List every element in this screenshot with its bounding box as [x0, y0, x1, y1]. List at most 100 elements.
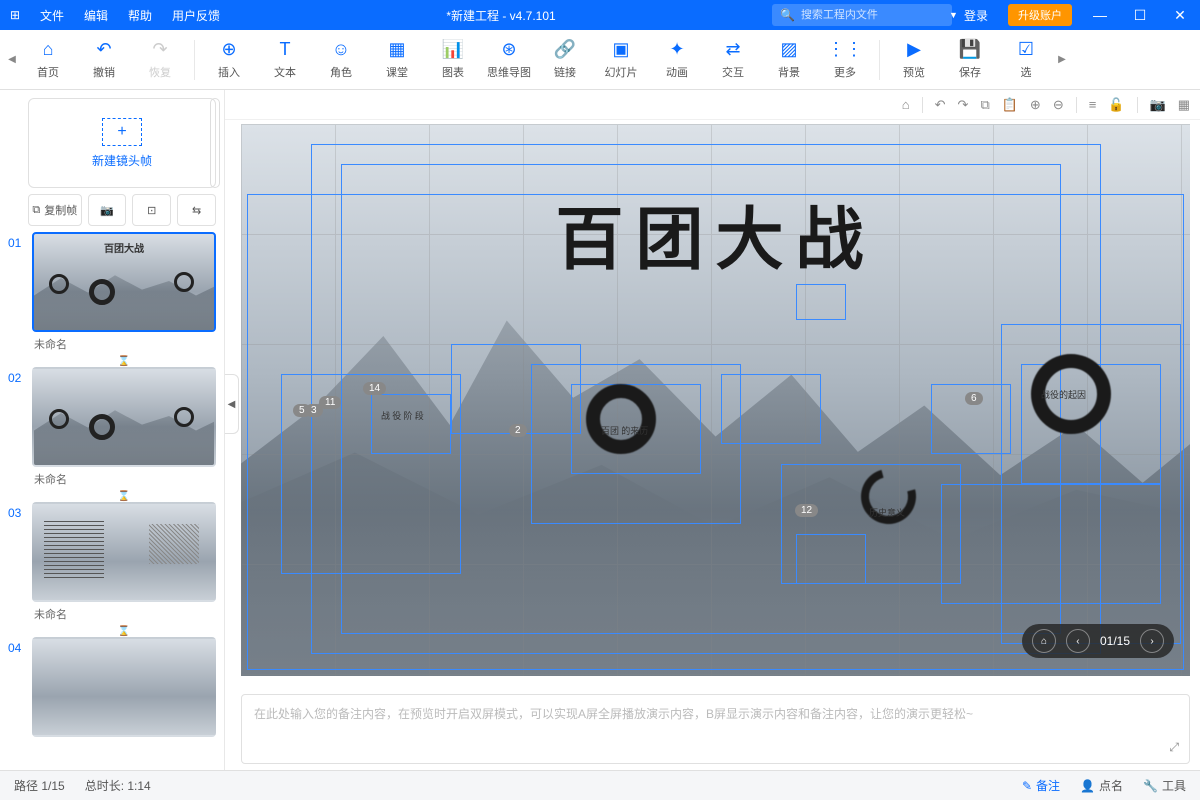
tool-思维导图[interactable]: ⊛思维导图 [481, 36, 537, 84]
nav-prev-icon[interactable]: ‹ [1066, 629, 1090, 653]
tool-插入[interactable]: ⊕插入 [201, 36, 257, 84]
search-box[interactable]: 🔍 ▼ [772, 4, 952, 26]
duration-indicator: 总时长: 1:14 [85, 777, 151, 794]
align-icon[interactable]: ≡ [1089, 97, 1097, 112]
tool-课堂[interactable]: ▦课堂 [369, 36, 425, 84]
恢复-icon: ↷ [150, 40, 170, 60]
menu-file[interactable]: 文件 [30, 7, 74, 24]
插入-icon: ⊕ [219, 40, 239, 60]
snapshot-icon[interactable]: 📷 [1150, 97, 1166, 113]
page-navigator: ⌂ ‹ 01/15 › [1022, 624, 1174, 658]
tool-幻灯片[interactable]: ▣幻灯片 [593, 36, 649, 84]
menu-help[interactable]: 帮助 [118, 7, 162, 24]
slide-thumbnail-03[interactable]: 03未命名⌛ [8, 502, 216, 637]
new-frame-button[interactable]: + 新建镜头帧 [28, 98, 216, 188]
frame-badge[interactable]: 2 [509, 424, 527, 437]
paste-icon[interactable]: 📋 [1002, 97, 1018, 113]
collapse-sidebar-handle[interactable]: ◀ [225, 374, 239, 434]
menu-feedback[interactable]: 用户反馈 [162, 7, 230, 24]
qr-button[interactable]: ⊡ [132, 194, 171, 226]
lock-icon[interactable]: 🔓 [1108, 97, 1124, 113]
swap-button[interactable]: ⇆ [177, 194, 216, 226]
tool-更多[interactable]: ⋮⋮更多 [817, 36, 873, 84]
slide-thumbnail-02[interactable]: 02未命名⌛ [8, 367, 216, 502]
思维导图-icon: ⊛ [499, 40, 519, 60]
课堂-icon: ▦ [387, 40, 407, 60]
tool-撤销[interactable]: ↶撤销 [76, 36, 132, 84]
app-logo-icon: ⊞ [0, 8, 30, 22]
expand-notes-icon[interactable]: ⤢ [1169, 740, 1179, 755]
toolbar-scroll-left[interactable]: ◀ [4, 54, 20, 65]
链接-icon: 🔗 [555, 40, 575, 60]
frame-badge[interactable]: 12 [795, 504, 818, 517]
frame-badge[interactable]: 11 [319, 396, 341, 409]
tool-图表[interactable]: 📊图表 [425, 36, 481, 84]
撤销-icon: ↶ [94, 40, 114, 60]
tool-文本[interactable]: T文本 [257, 36, 313, 84]
notes-toggle[interactable]: ✎ 备注 [1022, 777, 1060, 794]
tool-选[interactable]: ☑选 [998, 36, 1054, 84]
图表-icon: 📊 [443, 40, 463, 60]
tools-button[interactable]: 🔧 工具 [1143, 777, 1186, 794]
文本-icon: T [275, 40, 295, 60]
角色-icon: ☺ [331, 40, 351, 60]
frame-badge[interactable]: 6 [965, 392, 983, 405]
tool-预览[interactable]: ▶预览 [886, 36, 942, 84]
tool-保存[interactable]: 💾保存 [942, 36, 998, 84]
首页-icon: ⌂ [38, 40, 58, 60]
幻灯片-icon: ▣ [611, 40, 631, 60]
更多-icon: ⋮⋮ [835, 40, 855, 60]
slide-panel: + 新建镜头帧 ⧉复制帧 📷 ⊡ ⇆ 01百团大战未命名⌛02未命名⌛03未命名… [0, 90, 225, 770]
canvas-sublabel[interactable]: 百团 的来历 [601, 424, 648, 437]
背景-icon: ▨ [779, 40, 799, 60]
search-icon: 🔍 [780, 8, 795, 22]
nav-next-icon[interactable]: › [1140, 629, 1164, 653]
预览-icon: ▶ [904, 40, 924, 60]
tool-交互[interactable]: ⇄交互 [705, 36, 761, 84]
tool-角色[interactable]: ☺角色 [313, 36, 369, 84]
main-toolbar: ◀ ⌂首页↶撤销↷恢复 ⊕插入T文本☺角色▦课堂📊图表⊛思维导图🔗链接▣幻灯片✦… [0, 30, 1200, 90]
slide-thumbnail-01[interactable]: 01百团大战未命名⌛ [8, 232, 216, 367]
toolbar-scroll-right[interactable]: ▶ [1054, 54, 1070, 65]
home-icon[interactable]: ⌂ [902, 97, 910, 112]
tool-背景[interactable]: ▨背景 [761, 36, 817, 84]
maximize-button[interactable]: ☐ [1120, 7, 1160, 24]
canvas-sublabel[interactable]: 历史意义 [869, 506, 905, 519]
nav-home-icon[interactable]: ⌂ [1032, 629, 1056, 653]
path-indicator: 路径 1/15 [14, 777, 65, 794]
login-button[interactable]: 登录 [952, 7, 1000, 24]
layers-icon[interactable]: ▦ [1178, 97, 1190, 113]
canvas[interactable]: 百团大战 5311142612 [241, 124, 1190, 676]
canvas-sublabel[interactable]: 战役的起因 [1041, 388, 1086, 401]
zoom-out-icon[interactable]: ⊖ [1053, 97, 1064, 113]
canvas-toolbar: ⌂ ↶ ↷ ⧉ 📋 ⊕ ⊖ ≡ 🔓 📷 ▦ [225, 90, 1200, 120]
slide-thumbnail-04[interactable]: 04 [8, 637, 216, 737]
rotate-left-icon[interactable]: ↶ [935, 97, 946, 113]
notes-area[interactable]: 在此处输入您的备注内容，在预览时开启双屏模式，可以实现A屏全屏播放演示内容，B屏… [241, 694, 1190, 764]
page-indicator: 01/15 [1100, 634, 1130, 648]
camera-button[interactable]: 📷 [88, 194, 127, 226]
canvas-sublabel[interactable]: 战 役 阶 段 [381, 409, 424, 422]
tool-恢复[interactable]: ↷恢复 [132, 36, 188, 84]
menu-edit[interactable]: 编辑 [74, 7, 118, 24]
保存-icon: 💾 [960, 40, 980, 60]
sidebar-scrollbar[interactable] [210, 98, 220, 188]
rotate-right-icon[interactable]: ↷ [958, 97, 969, 113]
copy-frame-button[interactable]: ⧉复制帧 [28, 194, 82, 226]
交互-icon: ⇄ [723, 40, 743, 60]
动画-icon: ✦ [667, 40, 687, 60]
copy-icon[interactable]: ⧉ [980, 97, 989, 113]
window-title: *新建工程 - v4.7.101 [230, 7, 772, 24]
tool-首页[interactable]: ⌂首页 [20, 36, 76, 84]
minimize-button[interactable]: — [1080, 7, 1120, 23]
search-input[interactable] [801, 9, 943, 21]
close-button[interactable]: ✕ [1160, 7, 1200, 24]
upgrade-button[interactable]: 升级账户 [1008, 4, 1072, 26]
tool-链接[interactable]: 🔗链接 [537, 36, 593, 84]
zoom-in-icon[interactable]: ⊕ [1030, 97, 1041, 113]
frame-badge[interactable]: 14 [363, 382, 386, 395]
plus-icon: + [102, 118, 142, 146]
选-icon: ☑ [1016, 40, 1036, 60]
rollcall-button[interactable]: 👤 点名 [1080, 777, 1123, 794]
tool-动画[interactable]: ✦动画 [649, 36, 705, 84]
